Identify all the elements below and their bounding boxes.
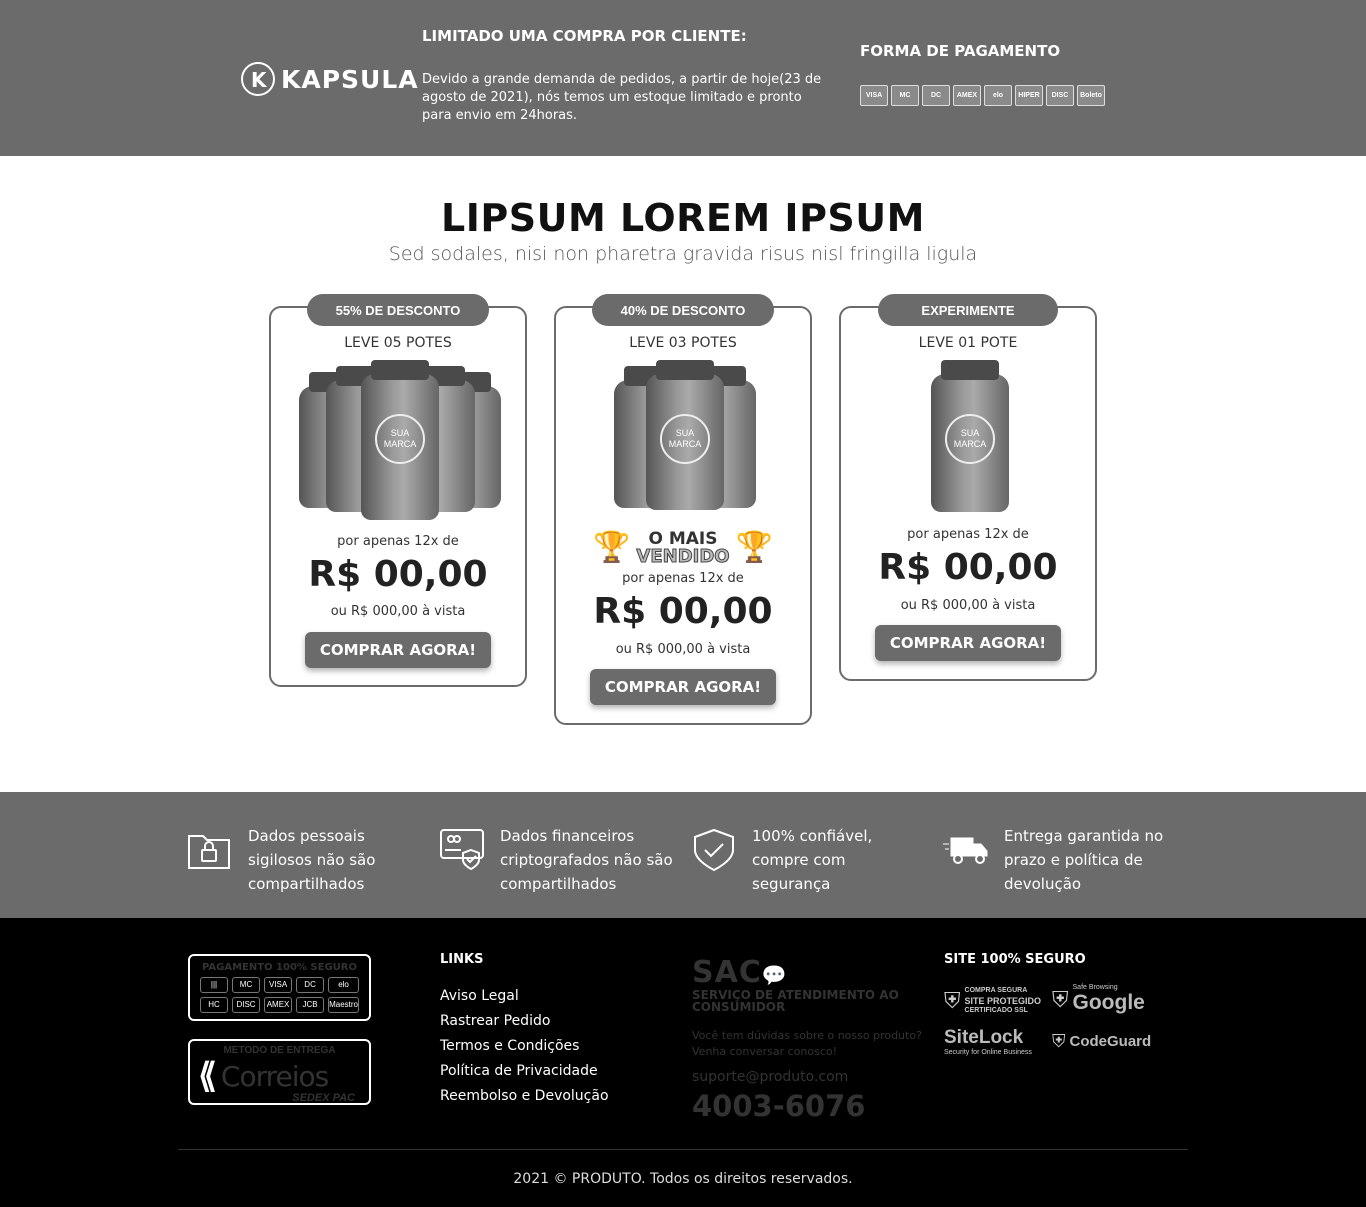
sac-title: SERVIÇO DE ATENDIMENTO AO CONSUMIDOR [692, 988, 899, 1014]
feature-item: 100% confiável, compre com segurança [691, 827, 931, 896]
link-privacidade[interactable]: Política de Privacidade [440, 1063, 609, 1088]
shield-check-icon [694, 828, 734, 872]
product-image: SUA MARCA [271, 360, 525, 524]
link-termos[interactable]: Termos e Condições [440, 1038, 609, 1063]
links-title: LINKS [440, 952, 484, 967]
link-reembolso[interactable]: Reembolso e Devolução [440, 1088, 609, 1113]
sac-logo: SAC💬 [692, 955, 788, 990]
feature-item: Entrega garantida no prazo e política de… [943, 827, 1183, 896]
boleto-icon: Boleto [1077, 85, 1105, 106]
chat-bubble-icon: 💬 [761, 963, 788, 987]
payment-seal: PAGAMENTO 100% SEGURO ||| MC VISA DC elo… [188, 954, 371, 1021]
logo-text: KAPSULA [281, 64, 419, 94]
logo-mark-icon: K [241, 62, 275, 96]
top-bar: K KAPSULA LIMITADO UMA COMPRA POR CLIENT… [0, 0, 1366, 156]
jcb-icon: JCB [296, 997, 325, 1013]
hipercard-icon: HIPER [1015, 85, 1043, 106]
offer-card-3: 40% DE DESCONTO LEVE 03 POTES SUA MARCA … [554, 294, 812, 725]
amex-icon: AMEX [953, 85, 981, 106]
payment-icons: VISA MC DC AMEX elo HIPER DISC Boleto [860, 85, 1105, 106]
price-alt: ou R$ 000,00 à vista [900, 598, 1036, 613]
visa-icon: VISA [264, 977, 293, 993]
discount-badge: EXPERIMENTE [878, 294, 1058, 326]
truck-icon [943, 837, 988, 864]
price-alt: ou R$ 000,00 à vista [330, 604, 466, 619]
card-shield-icon [440, 829, 484, 871]
link-aviso-legal[interactable]: Aviso Legal [440, 988, 609, 1013]
hipercard-icon: HC [200, 997, 229, 1013]
card-heading: LEVE 01 POTE [918, 335, 1018, 351]
discover-icon: DISC [1046, 85, 1074, 106]
product-image: SUA MARCA [841, 360, 1095, 514]
buy-now-button[interactable]: COMPRAR AGORA! [590, 669, 776, 705]
amex-icon: AMEX [264, 997, 293, 1013]
footer-links: Aviso Legal Rastrear Pedido Termos e Con… [440, 988, 609, 1113]
boleto-icon: ||| [200, 977, 229, 993]
trophy-icon: 🏆 [593, 531, 631, 564]
shield-check-icon: ⛨ [1052, 986, 1069, 1012]
visa-icon: VISA [860, 85, 888, 106]
features-band: Dados pessoais sigilosos não são compart… [0, 792, 1366, 918]
discount-badge: 40% DE DESCONTO [592, 294, 774, 326]
diners-icon: DC [296, 977, 325, 993]
payment-title: FORMA DE PAGAMENTO [860, 42, 1061, 60]
support-phone[interactable]: 4003-6076 [692, 1089, 865, 1123]
elo-icon: elo [328, 977, 359, 993]
price: R$ 00,00 [308, 554, 488, 595]
product-image: SUA MARCA [556, 360, 810, 514]
sitelock-badge: SiteLock Security for Online Business [944, 1027, 1032, 1056]
discount-badge: 55% DE DESCONTO [307, 294, 489, 326]
buy-now-button[interactable]: COMPRAR AGORA! [305, 632, 491, 668]
offer-card-5: 55% DE DESCONTO LEVE 05 POTES SUA MARCA … [269, 294, 527, 687]
price-prefix: por apenas 12x de [907, 527, 1029, 542]
trophy-icon: 🏆 [735, 531, 773, 564]
price-alt: ou R$ 000,00 à vista [615, 642, 751, 657]
buy-now-button[interactable]: COMPRAR AGORA! [875, 625, 1061, 661]
correios-logo-icon: ⟪ [198, 1057, 217, 1095]
card-heading: LEVE 03 POTES [629, 335, 737, 351]
shield-icon: ⛨ [944, 988, 961, 1013]
price-prefix: por apenas 12x de [622, 571, 744, 586]
elo-icon: elo [984, 85, 1012, 106]
discover-icon: DISC [232, 997, 261, 1013]
hero-title: LIPSUM LOREM IPSUM [441, 196, 925, 240]
secure-title: SITE 100% SEGURO [944, 952, 1086, 967]
support-email[interactable]: suporte@produto.com [692, 1069, 848, 1085]
hero-subtitle: Sed sodales, nisi non pharetra gravida r… [388, 243, 978, 265]
footer-divider [178, 1149, 1188, 1150]
copyright: 2021 © PRODUTO. Todos os direitos reserv… [513, 1171, 853, 1187]
price: R$ 00,00 [593, 591, 773, 632]
folder-lock-icon [188, 835, 230, 869]
mastercard-icon: MC [891, 85, 919, 106]
diners-icon: DC [922, 85, 950, 106]
google-safe-badge: ⛨ Safe Browsing Google [1052, 984, 1145, 1014]
ssl-badge: ⛨ COMPRA SEGURA SITE PROTEGIDO CERTIFICADO… [944, 987, 1042, 1014]
codeguard-badge: ⛨ CodeGuard [1052, 1031, 1152, 1051]
card-heading: LEVE 05 POTES [344, 335, 452, 351]
codeguard-icon: ⛨ [1052, 1031, 1066, 1051]
offer-card-1: EXPERIMENTE LEVE 01 POTE SUA MARCA por a… [839, 294, 1097, 681]
sac-text: Você tem dúvidas sobre o nosso produto? … [692, 1029, 922, 1058]
feature-item: Dados financeiros criptografados não são… [439, 827, 679, 896]
mastercard-icon: MC [232, 977, 261, 993]
best-seller-badge: 🏆 O MAIS VENDIDO 🏆 [593, 529, 773, 567]
link-rastrear-pedido[interactable]: Rastrear Pedido [440, 1013, 609, 1038]
feature-item: Dados pessoais sigilosos não são compart… [187, 827, 427, 896]
kapsula-logo[interactable]: K KAPSULA [241, 60, 419, 98]
price: R$ 00,00 [878, 547, 1058, 588]
price-prefix: por apenas 12x de [337, 534, 459, 549]
notice-text: Devido a grande demanda de pedidos, a pa… [422, 72, 822, 123]
notice-title: LIMITADO UMA COMPRA POR CLIENTE: [422, 27, 747, 45]
maestro-icon: Maestro [328, 997, 359, 1013]
delivery-seal: METODO DE ENTREGA ⟪ Correios SEDEX PAC [188, 1039, 371, 1105]
